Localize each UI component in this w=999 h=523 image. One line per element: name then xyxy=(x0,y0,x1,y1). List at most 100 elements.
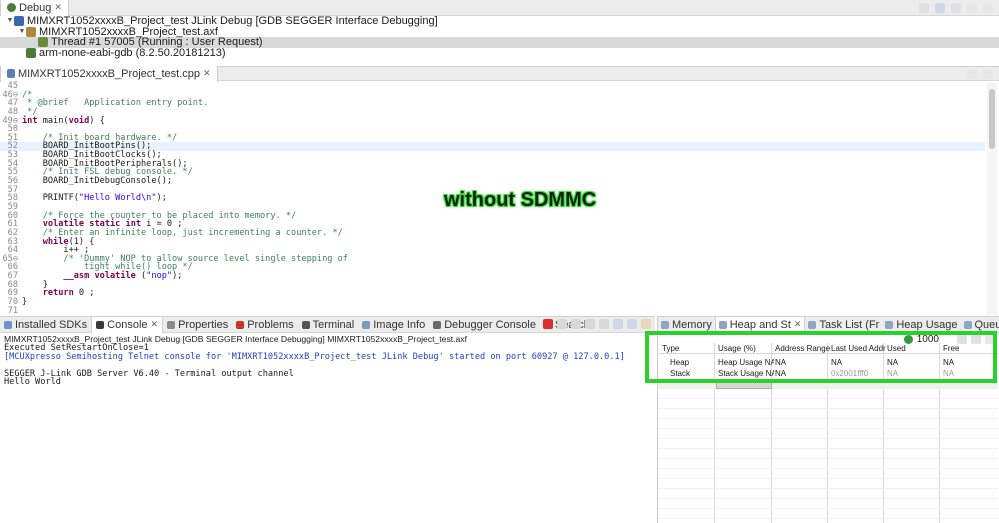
empty-row xyxy=(658,489,998,499)
highlight-box xyxy=(645,331,997,383)
empty-row xyxy=(658,459,998,469)
empty-row xyxy=(658,479,998,489)
terminal-icon xyxy=(301,320,310,329)
scrollbar-thumb[interactable] xyxy=(989,89,995,149)
debug-tree-label: arm-none-eabi-gdb (8.2.50.20181213) xyxy=(39,46,226,59)
scroll-lock-icon[interactable] xyxy=(585,319,595,329)
memory-icon xyxy=(661,320,669,329)
tab-problems[interactable]: Problems xyxy=(232,317,297,333)
tab-label: Debugger Console xyxy=(444,318,536,331)
image-info-icon xyxy=(362,320,371,329)
empty-row xyxy=(658,399,998,409)
debug-toolbar xyxy=(919,3,993,13)
tab-debug[interactable]: Debug ✕ xyxy=(0,0,69,16)
tab-console[interactable]: Console ✕ xyxy=(91,316,164,333)
code-line[interactable]: 45 xyxy=(0,82,985,91)
new-console-icon[interactable] xyxy=(641,319,651,329)
tab-debugger-console[interactable]: Debugger Console xyxy=(429,317,540,333)
properties-icon xyxy=(167,320,176,329)
heap-stack-icon xyxy=(718,320,727,329)
queue-list-icon xyxy=(963,320,972,329)
tab-label: Properties xyxy=(178,318,229,331)
empty-row xyxy=(658,449,998,459)
step-over-icon[interactable] xyxy=(935,3,945,13)
tab-terminal[interactable]: Terminal xyxy=(298,317,359,333)
tab-label: Heap Usage xyxy=(896,318,958,331)
tab-label: Console xyxy=(107,318,148,331)
code-line[interactable]: 69 return 0 ; xyxy=(0,289,985,298)
tab-properties[interactable]: Properties xyxy=(163,317,232,333)
annotation-text: without SDMMC xyxy=(444,189,597,211)
code-line[interactable]: 67 __asm volatile ("nop"); xyxy=(0,272,985,281)
code-line[interactable]: 71 xyxy=(0,307,985,316)
empty-row xyxy=(658,499,998,509)
terminate-icon[interactable] xyxy=(543,319,553,329)
code-text: } xyxy=(22,297,28,308)
close-icon[interactable]: ✕ xyxy=(54,2,62,13)
code-text: * @brief Application entry point. xyxy=(22,98,209,109)
maximize-icon[interactable] xyxy=(983,69,993,79)
console-line: Hello World xyxy=(4,377,61,388)
close-icon[interactable]: ✕ xyxy=(151,319,159,330)
minimize-icon[interactable] xyxy=(967,69,977,79)
tab-label: Memory xyxy=(672,318,712,331)
remove-launch-icon[interactable] xyxy=(919,3,929,13)
expand-toggle-icon[interactable]: ▼ xyxy=(18,27,26,38)
cpp-file-icon xyxy=(7,69,15,78)
empty-row xyxy=(658,389,998,399)
code-line[interactable]: 68 } xyxy=(0,281,985,290)
close-icon[interactable]: ✕ xyxy=(794,319,802,330)
sdk-icon xyxy=(4,320,12,329)
tab-label: Image Info xyxy=(373,318,426,331)
display-console-icon[interactable] xyxy=(627,319,637,329)
code-line[interactable]: 48 */ xyxy=(0,108,985,117)
line-number: 71 xyxy=(7,305,18,316)
code-text: BOARD_InitDebugConsole(); xyxy=(22,176,173,187)
tab-label: Heap and St xyxy=(729,318,791,331)
remove-launch-icon[interactable] xyxy=(557,319,567,329)
code-line[interactable]: 70} xyxy=(0,298,985,307)
console-line: [MCUXpresso Semihosting Telnet console f… xyxy=(4,351,625,362)
code-line[interactable]: 49⊖ int main(void) { xyxy=(0,115,985,126)
debug-tree-item[interactable]: ▼ MIMXRT1052xxxxB_Project_test JLink Debu… xyxy=(0,16,999,27)
minimize-icon[interactable] xyxy=(967,3,977,13)
tab-label: Task List (Fr xyxy=(819,318,880,331)
code-line[interactable]: 63 while(1) { xyxy=(0,237,985,247)
tab-installed-sdks[interactable]: Installed SDKs xyxy=(0,317,91,333)
code-line[interactable]: 62 /* Enter an infinite loop, just incre… xyxy=(0,229,985,238)
debug-tabbar: Debug ✕ xyxy=(0,0,999,16)
code-text: return 0 ; xyxy=(42,288,95,299)
console-view: Installed SDKs Console ✕ Properties Problems… xyxy=(0,316,655,523)
word-wrap-icon[interactable] xyxy=(599,319,609,329)
debug-tree-item[interactable]: arm-none-eabi-gdb (8.2.50.20181213) xyxy=(0,46,999,59)
empty-row xyxy=(658,419,998,429)
empty-row xyxy=(658,519,998,523)
maximize-icon[interactable] xyxy=(983,3,993,13)
console-toolbar xyxy=(543,319,651,329)
editor-tabbar: MIMXRT1052xxxxB_Project_test.cpp ✕ xyxy=(0,65,999,82)
console-output[interactable]: MIMXRT1052xxxxB_Project_test JLink Debug… xyxy=(4,334,655,387)
console-icon xyxy=(96,320,105,329)
tab-source-file[interactable]: MIMXRT1052xxxxB_Project_test.cpp ✕ xyxy=(0,65,218,82)
tab-image-info[interactable]: Image Info xyxy=(358,317,429,333)
tab-label: Installed SDKs xyxy=(15,318,88,331)
empty-row xyxy=(658,429,998,439)
thread-icon xyxy=(38,37,48,48)
debug-tree-item[interactable]: Thread #1 57005 (Running : User Request) xyxy=(0,37,999,48)
executable-icon xyxy=(26,26,36,37)
expand-toggle-icon[interactable]: ▼ xyxy=(6,16,14,27)
clear-console-icon[interactable] xyxy=(571,319,581,329)
close-icon[interactable]: ✕ xyxy=(203,68,211,79)
code-line[interactable]: 47 * @brief Application entry point. xyxy=(0,99,985,108)
empty-row xyxy=(658,439,998,449)
empty-row xyxy=(658,409,998,419)
console-line: SEGGER J-Link GDB Server V6.40 - Termina… xyxy=(4,368,294,379)
empty-row xyxy=(658,469,998,479)
editor-scrollbar[interactable] xyxy=(987,83,997,315)
code-text: int main(void) { xyxy=(22,115,105,126)
code-line[interactable]: 56 BOARD_InitDebugConsole(); xyxy=(0,177,985,186)
pin-console-icon[interactable] xyxy=(613,319,623,329)
view-menu-icon[interactable] xyxy=(951,3,961,13)
editor-window-controls xyxy=(967,69,993,79)
tab-label: Problems xyxy=(247,318,294,331)
